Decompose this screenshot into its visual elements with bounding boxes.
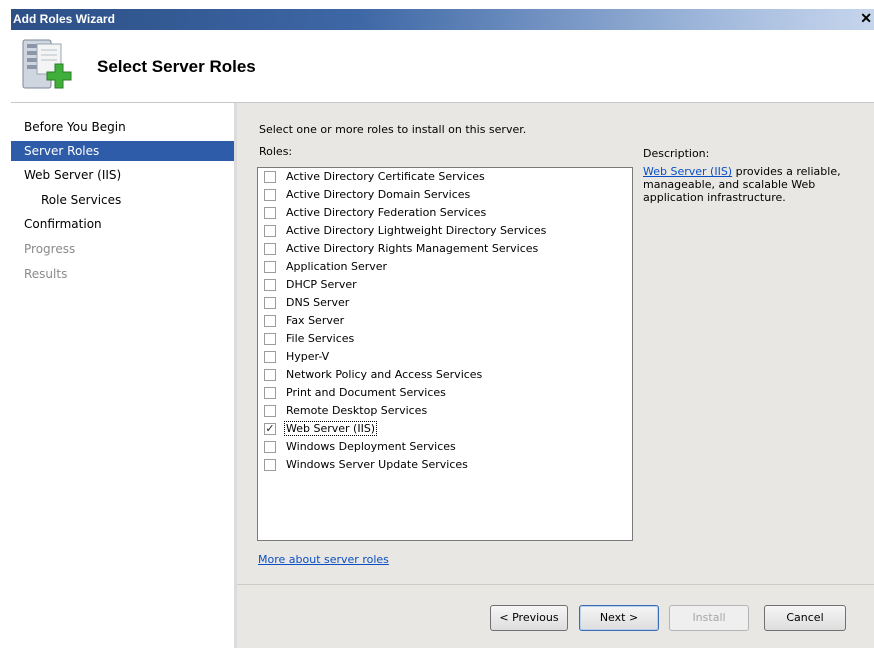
window-title: Add Roles Wizard: [13, 12, 115, 26]
role-label: Active Directory Certificate Services: [286, 170, 485, 183]
description-link[interactable]: Web Server (IIS): [643, 165, 732, 178]
checkbox[interactable]: [264, 279, 276, 291]
roles-list[interactable]: Active Directory Certificate Services Ac…: [257, 167, 633, 541]
title-bar: Add Roles Wizard ✕: [11, 9, 874, 30]
role-item[interactable]: File Services: [258, 330, 632, 348]
server-add-icon: [22, 39, 72, 89]
role-item[interactable]: Active Directory Domain Services: [258, 186, 632, 204]
role-item[interactable]: Network Policy and Access Services: [258, 366, 632, 384]
checkbox[interactable]: [264, 405, 276, 417]
previous-button[interactable]: < Previous: [490, 605, 568, 631]
nav-item-role-services[interactable]: Role Services: [11, 190, 234, 210]
roles-label: Roles:: [259, 145, 293, 158]
checkbox[interactable]: [264, 243, 276, 255]
checkbox[interactable]: [264, 207, 276, 219]
role-label: File Services: [286, 332, 355, 345]
role-label: Application Server: [286, 260, 388, 273]
checkbox[interactable]: [264, 369, 276, 381]
role-item[interactable]: Hyper-V: [258, 348, 632, 366]
footer-divider: [237, 584, 874, 585]
nav-item-before-you-begin[interactable]: Before You Begin: [11, 117, 234, 137]
wizard-header: Select Server Roles: [11, 30, 874, 103]
checkbox[interactable]: [264, 189, 276, 201]
checkbox[interactable]: [264, 171, 276, 183]
main-panel: Select one or more roles to install on t…: [237, 103, 874, 648]
role-label: Active Directory Federation Services: [286, 206, 487, 219]
role-label: Web Server (IIS): [284, 421, 378, 436]
page-title: Select Server Roles: [97, 57, 256, 76]
checkbox[interactable]: [264, 297, 276, 309]
role-item[interactable]: Application Server: [258, 258, 632, 276]
install-button: Install: [669, 605, 749, 631]
checkbox[interactable]: [264, 387, 276, 399]
role-item[interactable]: Fax Server: [258, 312, 632, 330]
role-label: Active Directory Lightweight Directory S…: [286, 224, 547, 237]
nav-item-server-roles[interactable]: Server Roles: [11, 141, 234, 161]
next-button[interactable]: Next >: [579, 605, 659, 631]
checkbox[interactable]: [264, 441, 276, 453]
role-label: Active Directory Domain Services: [286, 188, 471, 201]
role-label: DHCP Server: [286, 278, 357, 291]
role-item[interactable]: Active Directory Certificate Services: [258, 168, 632, 186]
nav-item-web-server-iis[interactable]: Web Server (IIS): [11, 165, 234, 185]
checkbox[interactable]: [264, 333, 276, 345]
close-icon[interactable]: ✕: [860, 11, 872, 25]
role-label: Hyper-V: [286, 350, 330, 363]
role-label: Network Policy and Access Services: [286, 368, 483, 381]
role-label: DNS Server: [286, 296, 350, 309]
role-item[interactable]: Active Directory Federation Services: [258, 204, 632, 222]
role-label: Print and Document Services: [286, 386, 446, 399]
role-item[interactable]: Windows Deployment Services: [258, 438, 632, 456]
nav-item-results: Results: [24, 267, 68, 281]
checkbox[interactable]: [264, 351, 276, 363]
wizard-steps: Before You Begin Server Roles Web Server…: [11, 103, 237, 648]
description-text: Web Server (IIS) provides a reliable, ma…: [643, 165, 863, 204]
description-label: Description:: [643, 147, 710, 160]
checkbox[interactable]: [264, 225, 276, 237]
role-item[interactable]: Windows Server Update Services: [258, 456, 632, 474]
checkbox[interactable]: [264, 261, 276, 273]
role-item[interactable]: DNS Server: [258, 294, 632, 312]
nav-item-progress: Progress: [24, 242, 76, 256]
role-label: Windows Server Update Services: [286, 458, 468, 471]
role-label: Remote Desktop Services: [286, 404, 428, 417]
checkbox[interactable]: [264, 315, 276, 327]
role-label: Fax Server: [286, 314, 345, 327]
instruction-text: Select one or more roles to install on t…: [259, 123, 527, 136]
checkbox[interactable]: [264, 459, 276, 471]
role-item-selected[interactable]: ✓ Web Server (IIS): [258, 420, 632, 438]
role-item[interactable]: Active Directory Lightweight Directory S…: [258, 222, 632, 240]
cancel-button[interactable]: Cancel: [764, 605, 846, 631]
role-label: Windows Deployment Services: [286, 440, 456, 453]
role-item[interactable]: Print and Document Services: [258, 384, 632, 402]
role-item[interactable]: Active Directory Rights Management Servi…: [258, 240, 632, 258]
role-item[interactable]: DHCP Server: [258, 276, 632, 294]
role-item[interactable]: Remote Desktop Services: [258, 402, 632, 420]
more-about-roles-link[interactable]: More about server roles: [258, 553, 389, 566]
role-label: Active Directory Rights Management Servi…: [286, 242, 539, 255]
nav-item-confirmation[interactable]: Confirmation: [11, 214, 234, 234]
checkbox-checked[interactable]: ✓: [264, 423, 276, 435]
